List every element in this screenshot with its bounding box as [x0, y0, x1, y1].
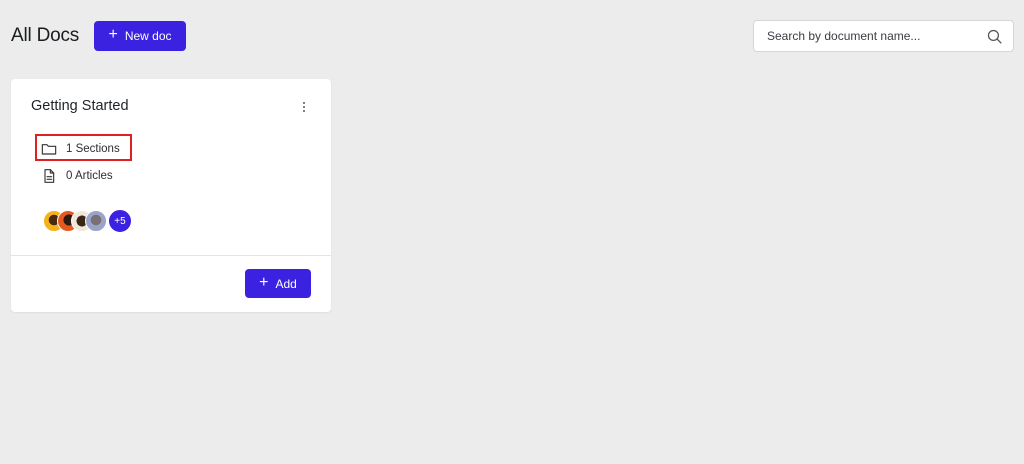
- sections-count: 1 Sections: [66, 143, 120, 155]
- avatar: [85, 210, 107, 232]
- new-doc-button[interactable]: + New doc: [94, 21, 186, 51]
- document-icon: [44, 169, 55, 183]
- folder-icon: [41, 144, 57, 155]
- add-button[interactable]: + Add: [245, 269, 311, 298]
- search-icon[interactable]: [986, 28, 1003, 45]
- new-doc-label: New doc: [124, 29, 172, 43]
- more-vertical-icon[interactable]: [299, 99, 309, 115]
- more-avatars-badge: +5: [108, 209, 132, 233]
- doc-card[interactable]: Getting Started 1 Sections 0 Articles +5…: [11, 79, 331, 312]
- add-label: Add: [275, 276, 297, 291]
- sections-row[interactable]: 1 Sections: [41, 142, 120, 156]
- search-input[interactable]: [767, 29, 986, 43]
- doc-card-title[interactable]: Getting Started: [31, 98, 129, 114]
- plus-icon: +: [108, 26, 118, 43]
- plus-icon: +: [259, 273, 269, 291]
- articles-row[interactable]: 0 Articles: [41, 168, 113, 184]
- page-title: All Docs: [11, 25, 80, 46]
- card-divider: [11, 255, 331, 256]
- search-box[interactable]: [753, 20, 1014, 52]
- articles-count: 0 Articles: [66, 170, 113, 182]
